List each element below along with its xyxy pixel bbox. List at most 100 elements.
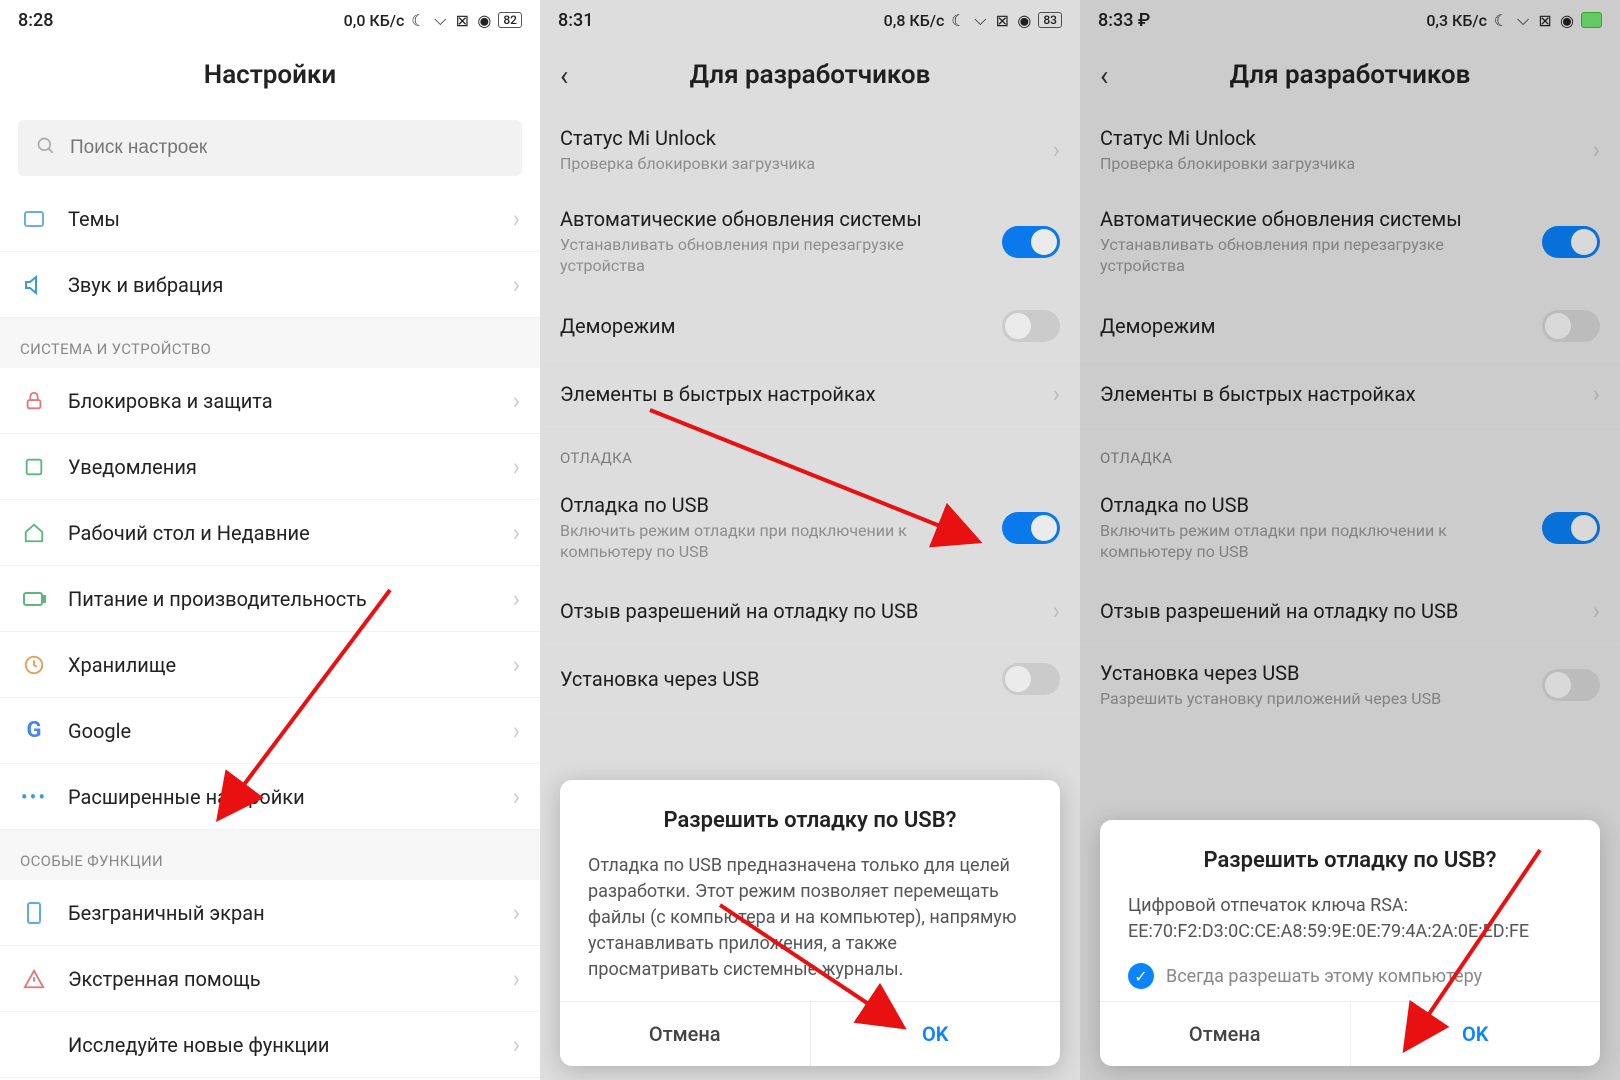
chevron-right-icon: › [1053,136,1060,164]
row-revoke[interactable]: Отзыв разрешений на отладку по USB › [540,579,1080,645]
back-button[interactable]: ‹ [1100,59,1108,92]
row-title: Отладка по USB [1100,493,1522,517]
row-auto-update[interactable]: Автоматические обновления системы Устана… [1080,191,1620,293]
row-power[interactable]: Питание и производительность › [0,566,540,632]
toggle-install-usb[interactable] [1002,663,1060,695]
row-usb-debug[interactable]: Отладка по USB Включить режим отладки пр… [1080,477,1620,579]
row-advanced[interactable]: ••• Расширенные настройки › [0,764,540,830]
rsa-fingerprint: EE:70:F2:D3:0C:CE:A8:59:9E:0E:79:4A:2A:0… [1128,919,1572,945]
chevron-right-icon: › [1053,597,1060,625]
ok-button[interactable]: OK [811,1002,1061,1066]
row-quick-settings[interactable]: Элементы в быстрых настройках › [1080,361,1620,427]
home-icon [20,519,48,547]
row-label: Безграничный экран [68,901,493,925]
lock-icon [20,387,48,415]
row-title: Отзыв разрешений на отладку по USB [560,599,1033,623]
wifi-icon: ◉ [1016,12,1032,28]
check-icon: ✓ [1128,963,1154,989]
row-label: Блокировка и защита [68,389,493,413]
search-input[interactable] [70,137,504,159]
chevron-right-icon: › [513,899,520,927]
dialog-title: Разрешить отладку по USB? [1128,848,1572,873]
rsa-label: Цифровой отпечаток ключа RSA: [1128,893,1572,919]
row-title: Деморежим [1100,314,1522,338]
status-net: 0,3 КБ/с [1426,11,1487,30]
row-title: Установка через USB [1100,661,1522,685]
row-auto-update[interactable]: Автоматические обновления системы Устана… [540,191,1080,293]
wifi-icon: ◉ [476,12,492,28]
search-box[interactable] [18,120,522,176]
row-title: Автоматические обновления системы [560,207,982,231]
bluetooth-icon: ⌵ [1515,12,1531,28]
row-mi-unlock[interactable]: Статус Mi Unlock Проверка блокировки заг… [540,110,1080,191]
alert-icon [20,965,48,993]
row-title: Установка через USB [560,667,982,691]
row-storage[interactable]: Хранилище › [0,632,540,698]
header: ‹ Для разработчиков [540,40,1080,110]
chevron-right-icon: › [513,387,520,415]
battery-icon [1581,12,1602,28]
status-time: 8:31 [558,10,593,31]
row-title: Отзыв разрешений на отладку по USB [1100,599,1573,623]
row-usb-debug[interactable]: Отладка по USB Включить режим отладки пр… [540,477,1080,579]
row-install-usb[interactable]: Установка через USB Разрешить установку … [1080,645,1620,726]
row-label: Расширенные настройки [68,785,493,809]
row-label: Рабочий стол и Недавние [68,521,493,545]
screen-developer-options: 8:31 0,8 КБ/с ☾ ⌵ ⊠ ◉ 83 ‹ Для разработч… [540,0,1080,1080]
cancel-button[interactable]: Отмена [1100,1002,1351,1066]
section-debug: ОТЛАДКА [540,427,1080,477]
row-desc: Разрешить установку приложений через USB [1100,689,1522,710]
row-fullscreen[interactable]: Безграничный экран › [0,880,540,946]
toggle-auto-update[interactable] [1542,226,1600,258]
row-mi-unlock[interactable]: Статус Mi Unlock Проверка блокировки заг… [1080,110,1620,191]
row-explore[interactable]: Исследуйте новые функции › [0,1012,540,1078]
status-right: 0,3 КБ/с ☾ ⌵ ⊠ ◉ [1426,11,1602,30]
moon-icon: ☾ [950,12,966,28]
dialog-body: Цифровой отпечаток ключа RSA: EE:70:F2:D… [1128,893,1572,945]
row-demo[interactable]: Деморежим [1080,292,1620,361]
row-notifications[interactable]: Уведомления › [0,434,540,500]
cancel-button[interactable]: Отмена [560,1002,811,1066]
toggle-auto-update[interactable] [1002,226,1060,258]
row-sound[interactable]: Звук и вибрация › [0,252,540,318]
checkbox-label: Всегда разрешать этому компьютеру [1166,966,1482,987]
row-home[interactable]: Рабочий стол и Недавние › [0,500,540,566]
row-title: Элементы в быстрых настройках [1100,382,1573,406]
ok-button[interactable]: OK [1351,1002,1601,1066]
vibrate-icon: ⊠ [1537,12,1553,28]
header: ‹ Для разработчиков [1080,40,1620,110]
chevron-right-icon: › [513,453,520,481]
row-lock[interactable]: Блокировка и защита › [0,368,540,434]
row-label: Хранилище [68,653,493,677]
dialog-body: Отладка по USB предназначена только для … [588,853,1032,983]
back-button[interactable]: ‹ [560,59,568,92]
screen-settings: 8:28 0,0 КБ/с ☾ ⌵ ⊠ ◉ 82 Настройки Темы … [0,0,540,1080]
status-right: 0,8 КБ/с ☾ ⌵ ⊠ ◉ 83 [884,11,1062,30]
row-demo[interactable]: Деморежим [540,292,1080,361]
section-system: СИСТЕМА И УСТРОЙСТВО [0,318,540,368]
status-time: 8:28 [18,10,53,31]
toggle-usb-debug[interactable] [1542,512,1600,544]
toggle-demo[interactable] [1542,310,1600,342]
row-title: Деморежим [560,314,982,338]
row-revoke[interactable]: Отзыв разрешений на отладку по USB › [1080,579,1620,645]
toggle-usb-debug[interactable] [1002,512,1060,544]
row-title: Автоматические обновления системы [1100,207,1522,231]
row-install-usb[interactable]: Установка через USB [540,645,1080,714]
chevron-right-icon: › [513,651,520,679]
row-google[interactable]: G Google › [0,698,540,764]
toggle-demo[interactable] [1002,310,1060,342]
toggle-install-usb[interactable] [1542,669,1600,701]
always-allow-row[interactable]: ✓ Всегда разрешать этому компьютеру [1128,963,1572,989]
battery-icon: 82 [498,12,522,28]
row-quick-settings[interactable]: Элементы в быстрых настройках › [540,361,1080,427]
row-emergency[interactable]: Экстренная помощь › [0,946,540,1012]
dialog-rsa-fingerprint: Разрешить отладку по USB? Цифровой отпеч… [1100,820,1600,1066]
row-title: Отладка по USB [560,493,982,517]
row-themes[interactable]: Темы › [0,186,540,252]
wifi-icon: ◉ [1559,12,1575,28]
explore-icon [20,1031,48,1059]
chevron-right-icon: › [1053,380,1060,408]
notifications-icon [20,453,48,481]
chevron-right-icon: › [513,783,520,811]
